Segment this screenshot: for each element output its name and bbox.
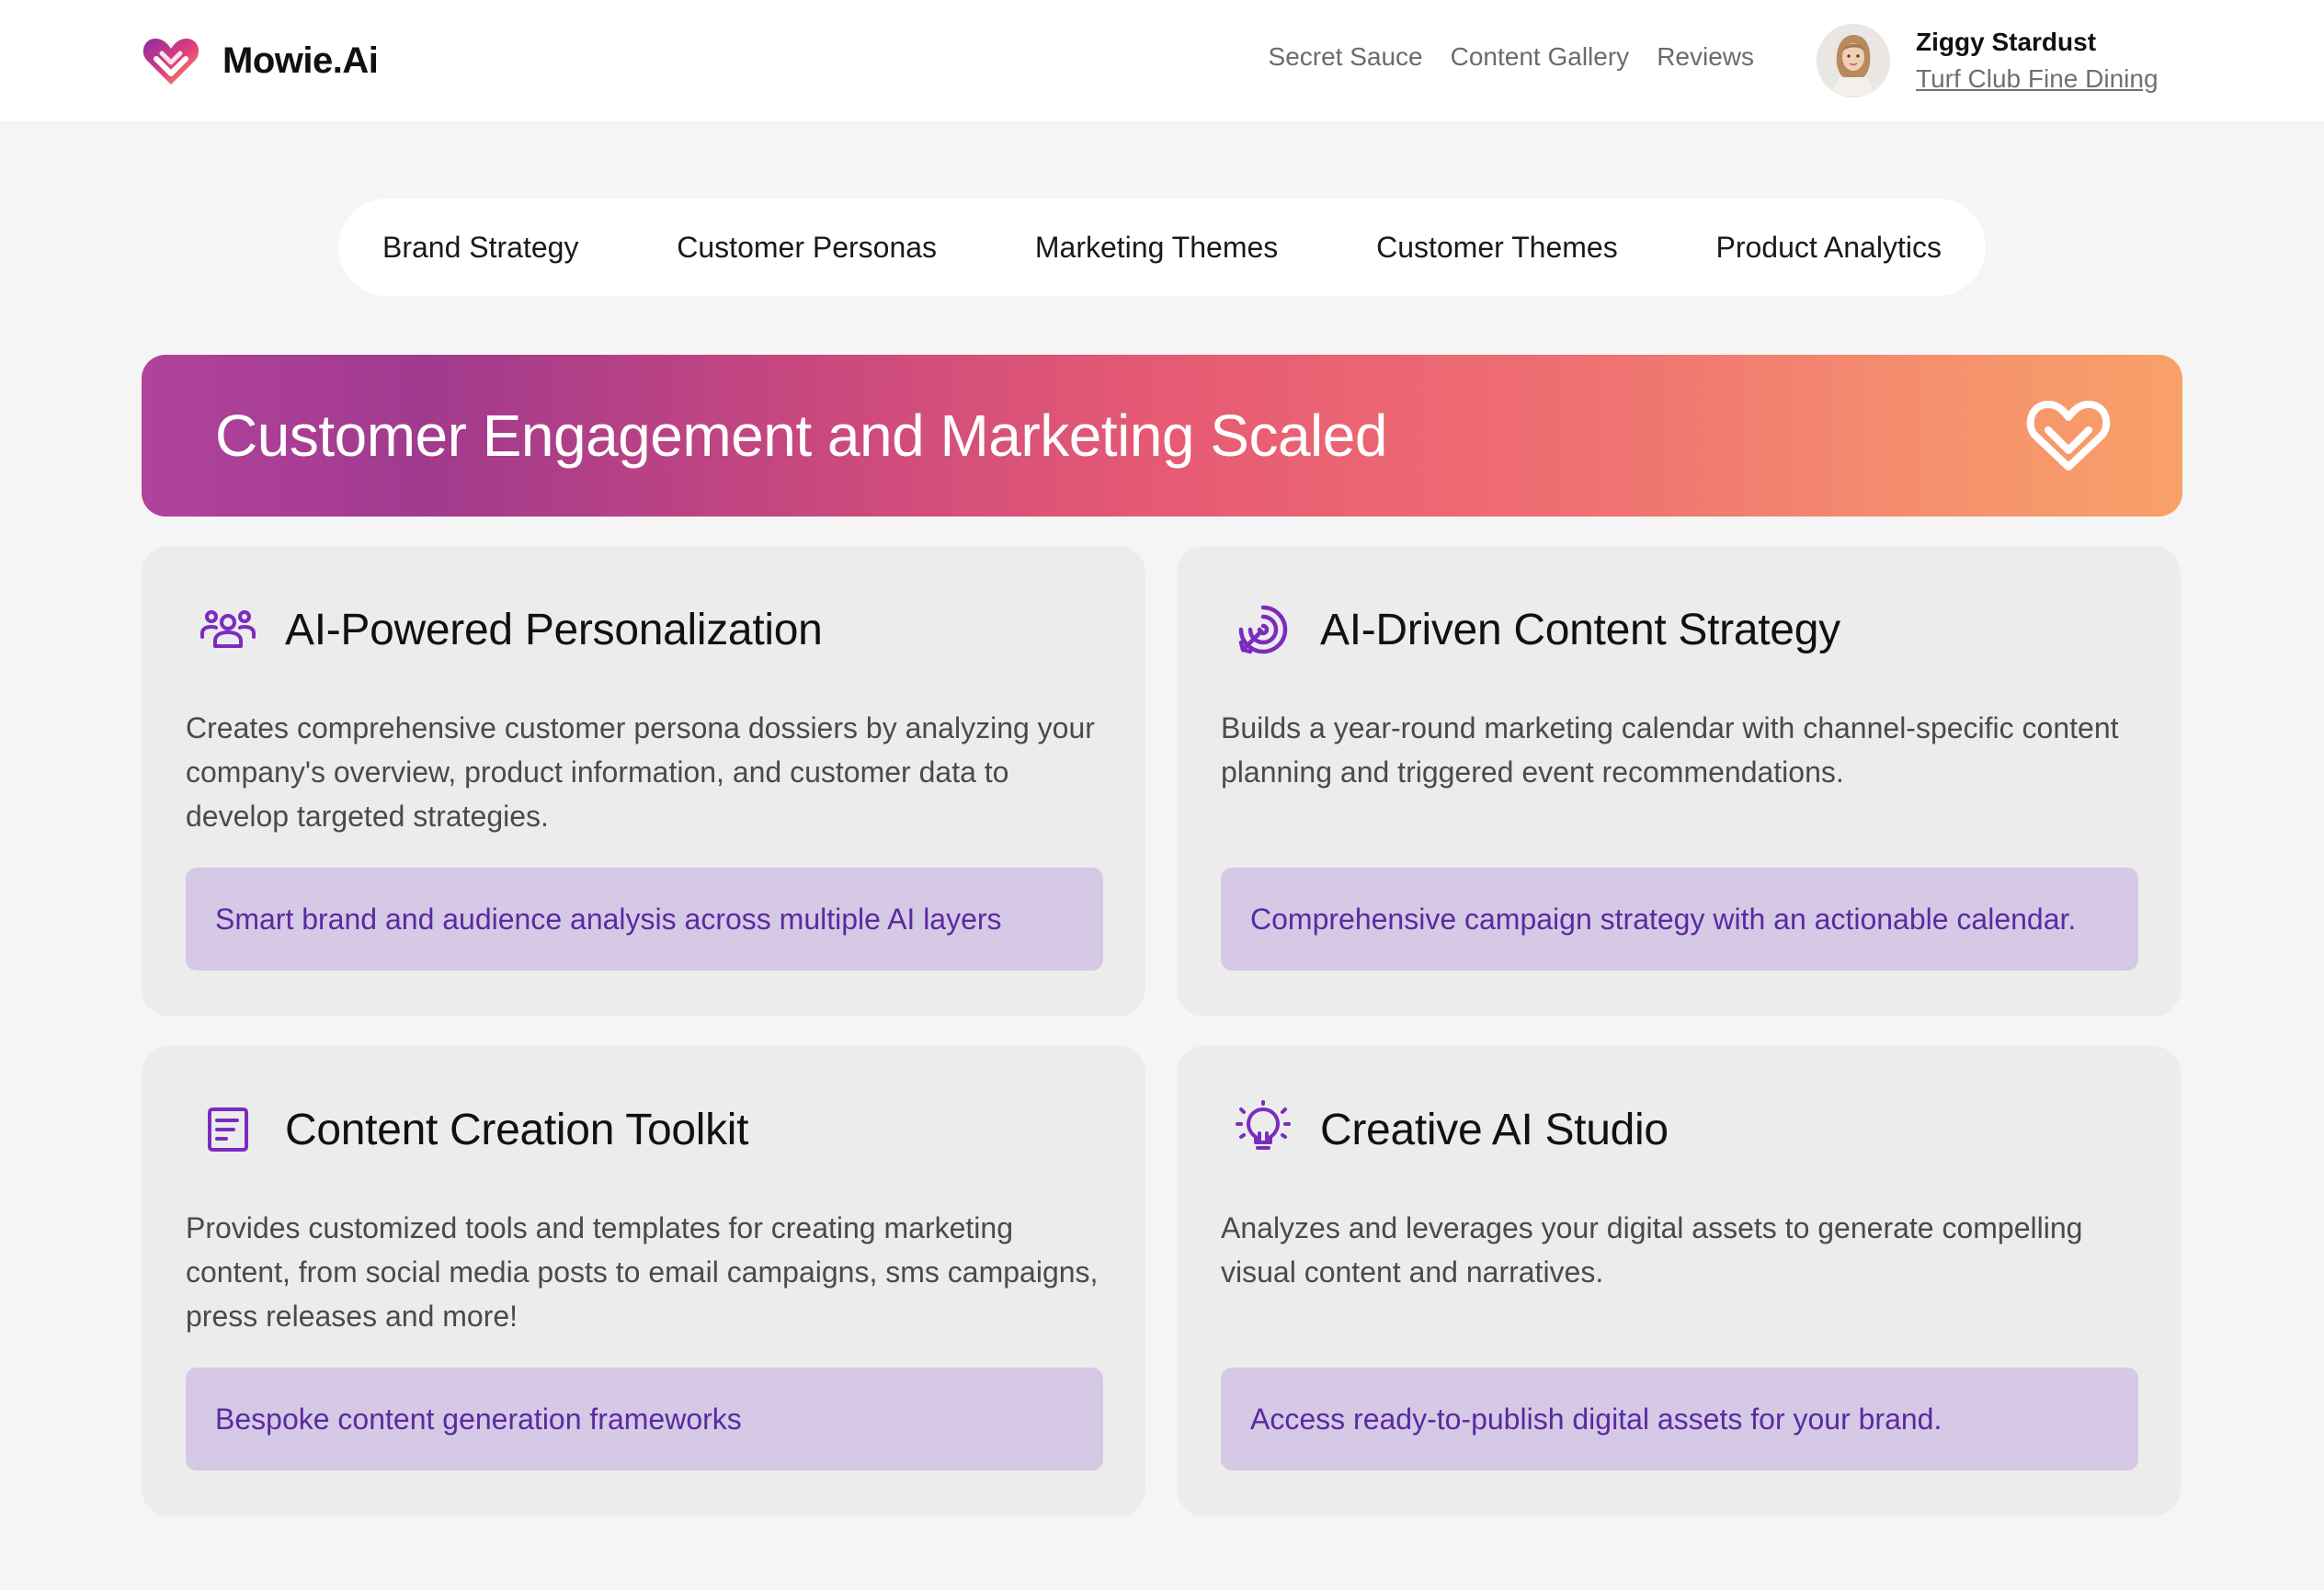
feature-card-content-toolkit: Content Creation Toolkit Provides custom… bbox=[142, 1046, 1145, 1516]
tab-marketing-themes[interactable]: Marketing Themes bbox=[1035, 231, 1278, 265]
brand-name: Mowie.Ai bbox=[222, 40, 379, 81]
tab-brand-strategy[interactable]: Brand Strategy bbox=[382, 231, 578, 265]
brand[interactable]: Mowie.Ai bbox=[140, 31, 379, 90]
card-highlight: Bespoke content generation frameworks bbox=[186, 1368, 1103, 1471]
nav-link-content-gallery[interactable]: Content Gallery bbox=[1451, 42, 1630, 72]
feature-card-creative-studio: Creative AI Studio Analyzes and leverage… bbox=[1177, 1046, 2181, 1516]
nav-link-secret-sauce[interactable]: Secret Sauce bbox=[1269, 42, 1423, 72]
user-name: Ziggy Stardust bbox=[1916, 28, 2097, 56]
users-group-icon bbox=[200, 610, 256, 648]
tab-product-analytics[interactable]: Product Analytics bbox=[1716, 231, 1942, 265]
user-organization-link[interactable]: Turf Club Fine Dining bbox=[1916, 64, 2159, 94]
card-description: Creates comprehensive customer persona d… bbox=[186, 711, 1095, 833]
user-profile[interactable]: Ziggy Stardust Turf Club Fine Dining bbox=[1817, 24, 2159, 97]
user-avatar-icon bbox=[1817, 24, 1890, 97]
tab-customer-personas[interactable]: Customer Personas bbox=[677, 231, 937, 265]
card-title: AI-Powered Personalization bbox=[285, 605, 823, 654]
card-description: Provides customized tools and templates … bbox=[186, 1211, 1099, 1333]
card-title: Creative AI Studio bbox=[1320, 1105, 1669, 1154]
feature-card-content-strategy: AI-Driven Content Strategy Builds a year… bbox=[1177, 546, 2181, 1016]
tab-customer-themes[interactable]: Customer Themes bbox=[1376, 231, 1618, 265]
heart-logo-icon bbox=[142, 39, 199, 85]
card-highlight: Access ready-to-publish digital assets f… bbox=[1221, 1368, 2138, 1471]
card-description: Builds a year-round marketing calendar w… bbox=[1221, 711, 2119, 789]
hero-banner: Customer Engagement and Marketing Scaled bbox=[142, 355, 2182, 517]
document-icon bbox=[208, 1107, 248, 1152]
top-header: Mowie.Ai Secret Sauce Content Gallery Re… bbox=[0, 0, 2324, 121]
card-title: Content Creation Toolkit bbox=[285, 1105, 749, 1154]
nav-link-reviews[interactable]: Reviews bbox=[1657, 42, 1754, 72]
section-tabs: Brand Strategy Customer Personas Marketi… bbox=[338, 199, 1986, 296]
card-highlight: Comprehensive campaign strategy with an … bbox=[1221, 868, 2138, 971]
heart-chevron-icon bbox=[2026, 401, 2111, 471]
card-highlight: Smart brand and audience analysis across… bbox=[186, 868, 1103, 971]
card-title: AI-Driven Content Strategy bbox=[1320, 605, 1840, 654]
hero-title: Customer Engagement and Marketing Scaled bbox=[215, 403, 1387, 469]
card-description: Analyzes and leverages your digital asse… bbox=[1221, 1211, 2083, 1289]
feature-card-personalization: AI-Powered Personalization Creates compr… bbox=[142, 546, 1145, 1016]
target-arrow-icon bbox=[1238, 605, 1288, 654]
top-nav: Secret Sauce Content Gallery Reviews bbox=[1269, 42, 1754, 72]
avatar[interactable] bbox=[1817, 24, 1890, 97]
lightbulb-icon bbox=[1236, 1100, 1291, 1150]
